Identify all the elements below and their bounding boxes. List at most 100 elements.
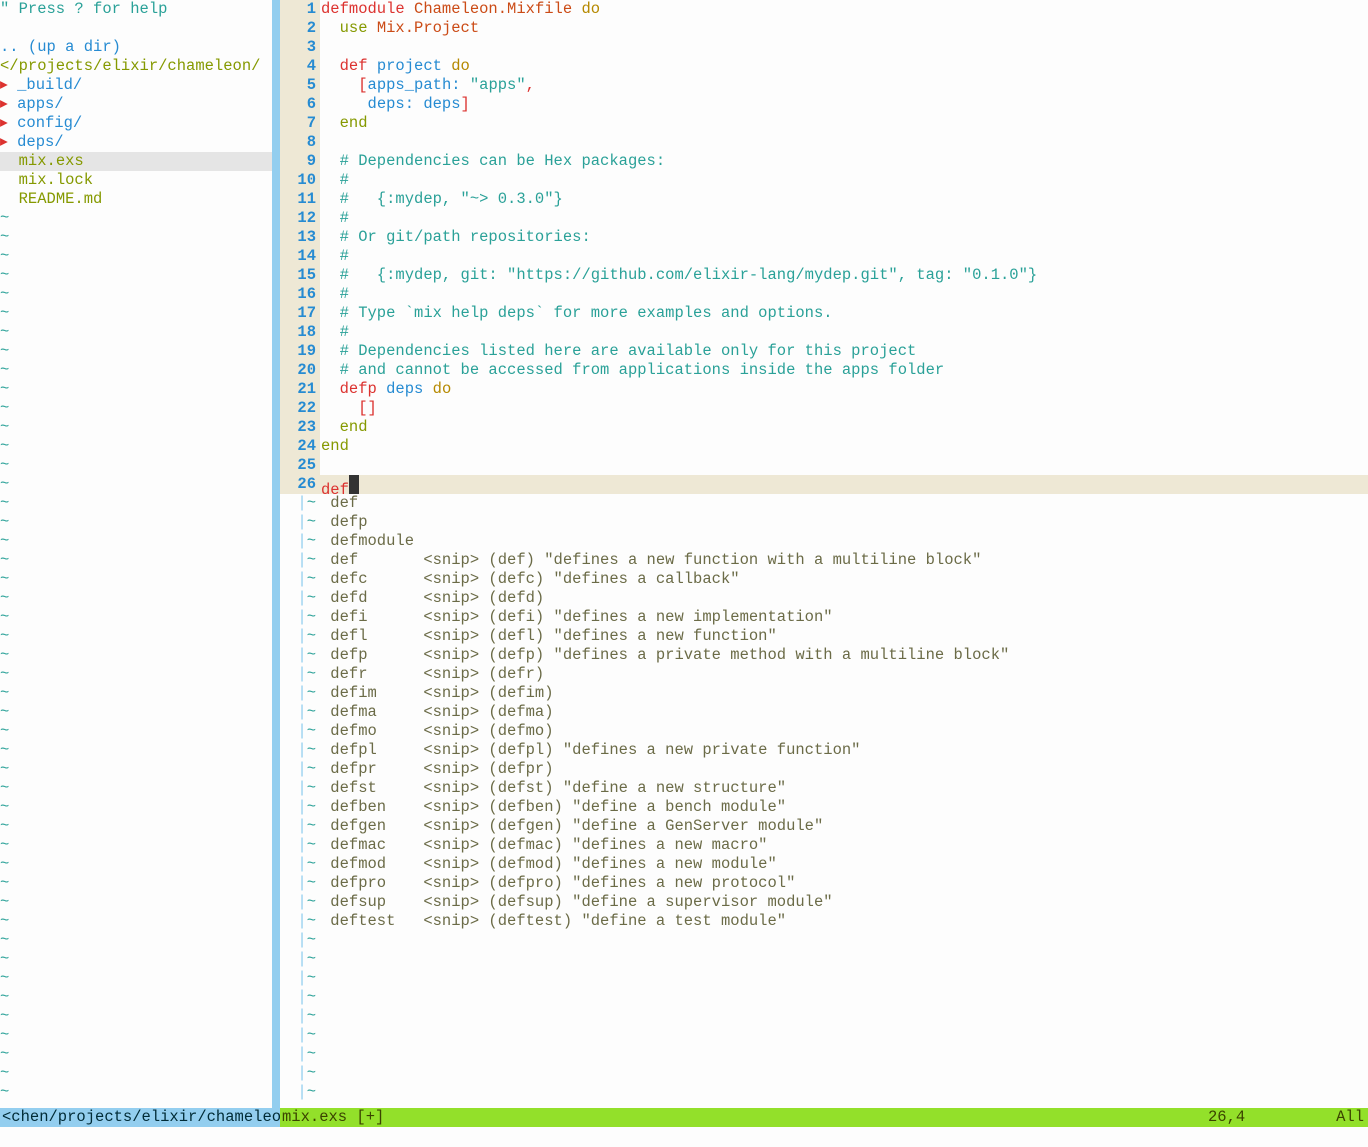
tilde-line: ~ <box>0 703 272 722</box>
line-number: 22 <box>280 399 320 418</box>
tree-dir[interactable]: ▸ _build/ <box>0 76 272 95</box>
line-number: 24 <box>280 437 320 456</box>
tilde-line: ~ <box>0 646 272 665</box>
completion-item[interactable]: |~ def <box>280 494 1368 513</box>
tilde-line: ~ <box>0 418 272 437</box>
line-number: 14 <box>280 247 320 266</box>
completion-item[interactable]: |~ defma <snip> (defma) <box>280 703 1368 722</box>
tilde-line: ~ <box>0 570 272 589</box>
atom-deps: deps: <box>368 95 415 113</box>
tilde-line: ~ <box>0 760 272 779</box>
tilde-line: ~ <box>0 399 272 418</box>
completion-text: defl <snip> (defl) "defines a new functi… <box>320 627 1368 646</box>
tilde-line: ~ <box>0 665 272 684</box>
completion-item[interactable]: |~ defpr <snip> (defpr) <box>280 760 1368 779</box>
tilde-line: ~ <box>0 323 272 342</box>
completion-item[interactable]: |~ defr <snip> (defr) <box>280 665 1368 684</box>
completion-text: defst <snip> (defst) "define a new struc… <box>320 779 1368 798</box>
completion-item[interactable]: |~ defc <snip> (defc) "defines a callbac… <box>280 570 1368 589</box>
completion-item[interactable]: |~ defmac <snip> (defmac) "defines a new… <box>280 836 1368 855</box>
completion-item[interactable]: |~ defst <snip> (defst) "define a new st… <box>280 779 1368 798</box>
completion-text: defi <snip> (defi) "defines a new implem… <box>320 608 1368 627</box>
completion-item[interactable]: |~ defmodule <box>280 532 1368 551</box>
tilde-line: ~ <box>0 988 272 1007</box>
completion-popup[interactable]: |~ def|~ defp|~ defmodule|~ def <snip> (… <box>280 494 1368 931</box>
completion-item[interactable]: |~ defsup <snip> (defsup) "define a supe… <box>280 893 1368 912</box>
window-split[interactable] <box>272 0 280 1108</box>
line-number: 9 <box>280 152 320 171</box>
tilde-line: ~ <box>0 684 272 703</box>
completion-item[interactable]: |~ defp <snip> (defp) "defines a private… <box>280 646 1368 665</box>
completion-item[interactable]: |~ defgen <snip> (defgen) "define a GenS… <box>280 817 1368 836</box>
status-percent: All <box>1318 1108 1368 1127</box>
tree-dir[interactable]: ▸ deps/ <box>0 133 272 152</box>
completion-text: defmodule <box>320 532 1368 551</box>
line-number: 10 <box>280 171 320 190</box>
tilde-line: ~ <box>0 1045 272 1064</box>
completion-text: defben <snip> (defben) "define a bench m… <box>320 798 1368 817</box>
tilde-line: ~ <box>0 931 272 950</box>
comment: # Dependencies can be Hex packages: <box>320 152 665 171</box>
help-line: " Press ? for help <box>0 0 272 19</box>
comment: # {:mydep, "~> 0.3.0"} <box>320 190 563 209</box>
tree-dir[interactable]: ▸ config/ <box>0 114 272 133</box>
chevron-right-icon: ▸ <box>0 76 17 94</box>
completion-item[interactable]: |~ defi <snip> (defi) "defines a new imp… <box>280 608 1368 627</box>
tilde-line: ~ <box>0 1026 272 1045</box>
tilde-line: ~ <box>0 551 272 570</box>
popup-gutter: |~ <box>280 779 320 798</box>
tilde-line: ~ <box>0 513 272 532</box>
popup-gutter: |~ <box>280 874 320 893</box>
tilde-line: |~ <box>280 1026 1368 1045</box>
popup-gutter: |~ <box>280 836 320 855</box>
completion-item[interactable]: |~ defpl <snip> (defpl) "defines a new p… <box>280 741 1368 760</box>
root-path[interactable]: </projects/elixir/chameleon/ <box>0 57 272 76</box>
tilde-line: ~ <box>0 817 272 836</box>
tree-dir[interactable]: ▸ apps/ <box>0 95 272 114</box>
tilde-line: ~ <box>0 266 272 285</box>
comment: # Type `mix help deps` for more examples… <box>320 304 833 323</box>
cursor-line[interactable]: def <box>320 475 1368 494</box>
kw-def: def <box>340 57 368 75</box>
completion-text: defmo <snip> (defmo) <box>320 722 1368 741</box>
mix-project: Mix.Project <box>368 19 480 37</box>
completion-item[interactable]: |~ def <snip> (def) "defines a new funct… <box>280 551 1368 570</box>
completion-item[interactable]: |~ defim <snip> (defim) <box>280 684 1368 703</box>
popup-gutter: |~ <box>280 817 320 836</box>
popup-gutter: |~ <box>280 912 320 931</box>
code-editor[interactable]: 1defmodule Chameleon.Mixfile do 2 use Mi… <box>280 0 1368 1108</box>
editor-workspace: " Press ? for help .. (up a dir) </proje… <box>0 0 1368 1108</box>
tilde-line: ~ <box>0 969 272 988</box>
kw-end: end <box>340 418 368 436</box>
completion-text: defmod <snip> (defmod) "defines a new mo… <box>320 855 1368 874</box>
completion-text: defma <snip> (defma) <box>320 703 1368 722</box>
line-number: 25 <box>280 456 320 475</box>
tilde-line: ~ <box>0 627 272 646</box>
tilde-line: |~ <box>280 1045 1368 1064</box>
completion-item[interactable]: |~ defpro <snip> (defpro) "defines a new… <box>280 874 1368 893</box>
tilde-line: |~ <box>280 1007 1368 1026</box>
tilde-line: |~ <box>280 969 1368 988</box>
popup-gutter: |~ <box>280 532 320 551</box>
tilde-line: ~ <box>0 494 272 513</box>
tree-file[interactable]: README.md <box>0 190 272 209</box>
tree-file[interactable]: mix.lock <box>0 171 272 190</box>
chevron-right-icon: ▸ <box>0 114 17 132</box>
completion-item[interactable]: |~ defd <snip> (defd) <box>280 589 1368 608</box>
nerdtree-sidebar[interactable]: " Press ? for help .. (up a dir) </proje… <box>0 0 272 1108</box>
up-dir[interactable]: .. (up a dir) <box>0 38 272 57</box>
line-number: 11 <box>280 190 320 209</box>
completion-item[interactable]: |~ defmo <snip> (defmo) <box>280 722 1368 741</box>
completion-item[interactable]: |~ defp <box>280 513 1368 532</box>
completion-item[interactable]: |~ deftest <snip> (deftest) "define a te… <box>280 912 1368 931</box>
completion-item[interactable]: |~ defben <snip> (defben) "define a benc… <box>280 798 1368 817</box>
tilde-line: ~ <box>0 1083 272 1102</box>
completion-item[interactable]: |~ defl <snip> (defl) "defines a new fun… <box>280 627 1368 646</box>
tree-file[interactable]: mix.exs <box>0 152 272 171</box>
tilde-line: ~ <box>0 532 272 551</box>
tilde-line: |~ <box>280 1083 1368 1102</box>
completion-item[interactable]: |~ defmod <snip> (defmod) "defines a new… <box>280 855 1368 874</box>
comment: # <box>320 171 349 190</box>
line-number: 5 <box>280 76 320 95</box>
completion-text: defpro <snip> (defpro) "defines a new pr… <box>320 874 1368 893</box>
